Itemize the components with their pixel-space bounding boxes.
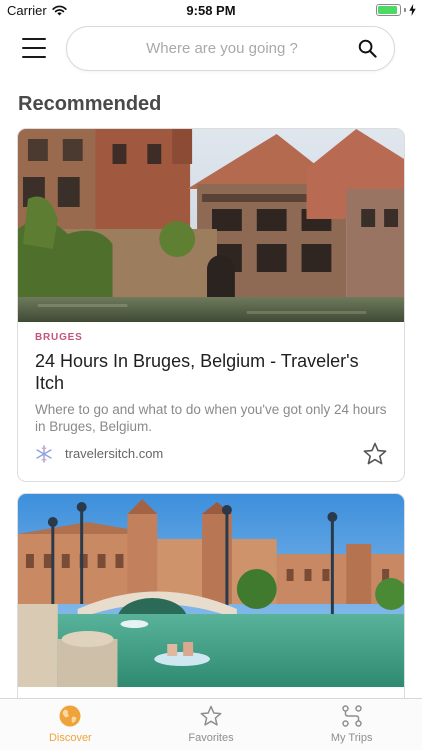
tab-favorites[interactable]: Favorites [141, 699, 282, 750]
menu-button[interactable] [22, 38, 46, 58]
battery-level-fill [378, 6, 398, 14]
article-card[interactable]: BRUGES 24 Hours In Bruges, Belgium - Tra… [17, 128, 405, 482]
card-body: BRUGES 24 Hours In Bruges, Belgium - Tra… [35, 332, 387, 435]
card-description: Where to go and what to do when you've g… [35, 402, 387, 434]
battery-indicator [376, 4, 416, 16]
article-card[interactable] [17, 493, 405, 723]
section-title: Recommended [18, 93, 162, 115]
menu-line [22, 47, 46, 49]
search-bar[interactable] [66, 26, 395, 71]
status-bar: Carrier 9:58 PM [0, 0, 422, 22]
tab-label: Favorites [188, 732, 234, 744]
tab-bar: Discover Favorites My Trips [0, 698, 422, 750]
menu-line [22, 56, 46, 58]
status-time: 9:58 PM [186, 3, 236, 18]
menu-line [22, 38, 46, 40]
card-source[interactable]: travelersitch.com [65, 446, 163, 461]
tab-my-trips[interactable]: My Trips [281, 699, 422, 750]
route-icon [341, 705, 362, 727]
tab-discover[interactable]: Discover [0, 699, 141, 750]
card-image-bruges[interactable] [18, 129, 404, 322]
globe-icon [59, 705, 81, 727]
card-tag: BRUGES [35, 332, 83, 343]
card-image-plaza[interactable] [18, 494, 404, 687]
battery-cap [404, 8, 406, 12]
card-title[interactable]: 24 Hours In Bruges, Belgium - Traveler's… [35, 350, 387, 394]
tab-label: My Trips [330, 732, 373, 744]
star-outline-icon [200, 705, 222, 726]
charging-bolt-icon [409, 4, 416, 16]
search-icon[interactable] [358, 39, 377, 58]
battery-icon [376, 4, 401, 16]
star-outline-icon[interactable] [362, 441, 388, 467]
snowflake-icon [36, 445, 52, 463]
card-footer: travelersitch.com [35, 441, 388, 467]
search-input[interactable] [87, 27, 357, 70]
tab-label: Discover [48, 732, 92, 744]
